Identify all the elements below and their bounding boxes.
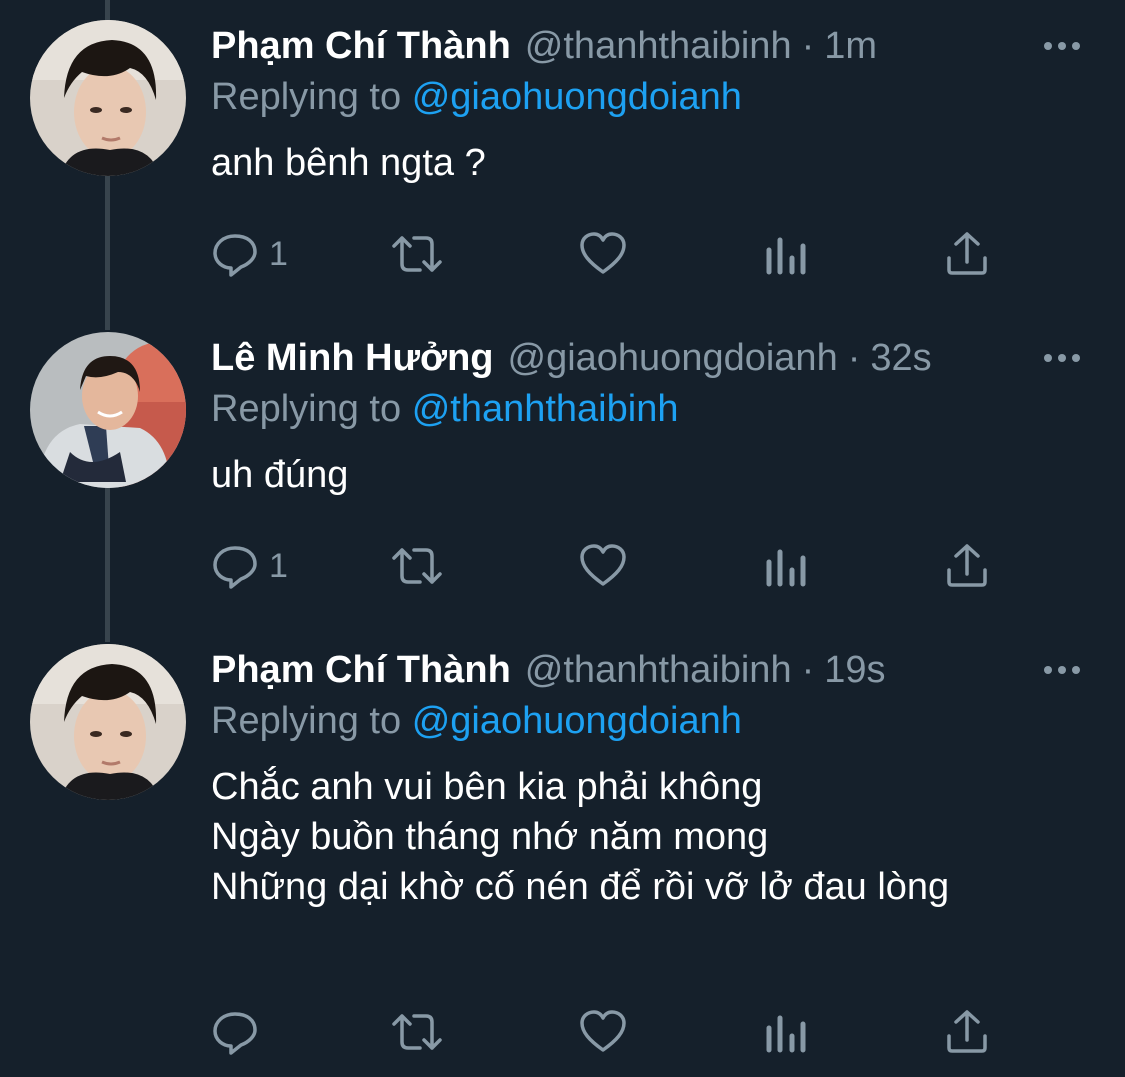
like-button[interactable] <box>579 1008 627 1056</box>
more-icon[interactable] <box>1043 348 1081 368</box>
tweet-text-line: uh đúng <box>211 454 349 496</box>
retweet-icon <box>388 1008 446 1056</box>
reply-icon <box>211 230 259 278</box>
mention-link[interactable]: @giaohuongdoianh <box>412 76 742 118</box>
heart-icon <box>579 1008 627 1056</box>
tweet-text-line: Ngày buồn tháng nhớ năm mong <box>211 816 769 858</box>
reply-icon <box>211 1008 259 1056</box>
replying-to: Replying to @thanhthaibinh <box>211 388 678 431</box>
reply-icon <box>211 542 259 590</box>
tweet-actions <box>211 1008 1011 1056</box>
retweet-button[interactable] <box>388 542 446 590</box>
tweet-header: Phạm Chí Thành @thanhthaibinh · 1m <box>211 18 877 74</box>
display-name[interactable]: Lê Minh Hưởng <box>211 337 494 380</box>
timestamp[interactable]: 19s <box>824 649 885 692</box>
tweet-text-line: Những dại khờ cố nén để rồi vỡ lở đau lò… <box>211 866 950 908</box>
heart-icon <box>579 542 627 590</box>
retweet-icon <box>388 542 446 590</box>
reply-button[interactable]: 1 <box>211 230 288 278</box>
replying-to-label: Replying to <box>211 388 402 430</box>
replying-to: Replying to @giaohuongdoianh <box>211 76 742 119</box>
separator-dot: · <box>801 24 815 67</box>
retweet-button[interactable] <box>388 1008 446 1056</box>
reply-count: 1 <box>269 234 288 273</box>
tweet-text-line: anh bênh ngta ? <box>211 142 486 184</box>
retweet-icon <box>388 230 446 278</box>
analytics-button[interactable] <box>765 1008 809 1056</box>
analytics-icon <box>765 542 809 590</box>
timestamp[interactable]: 1m <box>824 25 877 68</box>
tweet-text: Chắc anh vui bên kia phải không Ngày buồ… <box>211 762 949 912</box>
reply-button[interactable] <box>211 1008 269 1056</box>
user-handle[interactable]: @giaohuongdoianh <box>508 337 838 380</box>
analytics-icon <box>765 230 809 278</box>
analytics-button[interactable] <box>765 230 809 278</box>
tweet-actions: 1 <box>211 230 1011 278</box>
mention-link[interactable]: @giaohuongdoianh <box>412 700 742 742</box>
avatar[interactable] <box>30 644 186 800</box>
avatar[interactable] <box>30 332 186 488</box>
mention-link[interactable]: @thanhthaibinh <box>412 388 679 430</box>
separator-dot: · <box>847 336 861 379</box>
like-button[interactable] <box>579 230 627 278</box>
share-button[interactable] <box>945 542 989 590</box>
share-button[interactable] <box>945 230 989 278</box>
replying-to-label: Replying to <box>211 76 402 118</box>
tweet-text-line: Chắc anh vui bên kia phải không <box>211 766 763 808</box>
tweet-text: uh đúng <box>211 450 348 500</box>
heart-icon <box>579 230 627 278</box>
like-button[interactable] <box>579 542 627 590</box>
reply-count: 1 <box>269 546 288 585</box>
replying-to: Replying to @giaohuongdoianh <box>211 700 742 743</box>
tweet-text: anh bênh ngta ? <box>211 138 486 188</box>
tweet-header: Phạm Chí Thành @thanhthaibinh · 19s <box>211 642 886 698</box>
display-name[interactable]: Phạm Chí Thành <box>211 649 511 692</box>
avatar[interactable] <box>30 20 186 176</box>
user-handle[interactable]: @thanhthaibinh <box>525 649 792 692</box>
tweet[interactable]: Phạm Chí Thành @thanhthaibinh · 19s Repl… <box>0 642 1125 1062</box>
user-handle[interactable]: @thanhthaibinh <box>525 25 792 68</box>
retweet-button[interactable] <box>388 230 446 278</box>
tweet[interactable]: Lê Minh Hưởng @giaohuongdoianh · 32s Rep… <box>0 330 1125 630</box>
tweet-header: Lê Minh Hưởng @giaohuongdoianh · 32s <box>211 330 932 386</box>
share-icon <box>945 1008 989 1056</box>
replying-to-label: Replying to <box>211 700 402 742</box>
share-button[interactable] <box>945 1008 989 1056</box>
tweet-actions: 1 <box>211 542 1011 590</box>
more-icon[interactable] <box>1043 660 1081 680</box>
separator-dot: · <box>801 648 815 691</box>
more-icon[interactable] <box>1043 36 1081 56</box>
timestamp[interactable]: 32s <box>870 337 931 380</box>
analytics-button[interactable] <box>765 542 809 590</box>
analytics-icon <box>765 1008 809 1056</box>
tweet[interactable]: Phạm Chí Thành @thanhthaibinh · 1m Reply… <box>0 18 1125 318</box>
share-icon <box>945 542 989 590</box>
display-name[interactable]: Phạm Chí Thành <box>211 25 511 68</box>
share-icon <box>945 230 989 278</box>
reply-button[interactable]: 1 <box>211 542 288 590</box>
